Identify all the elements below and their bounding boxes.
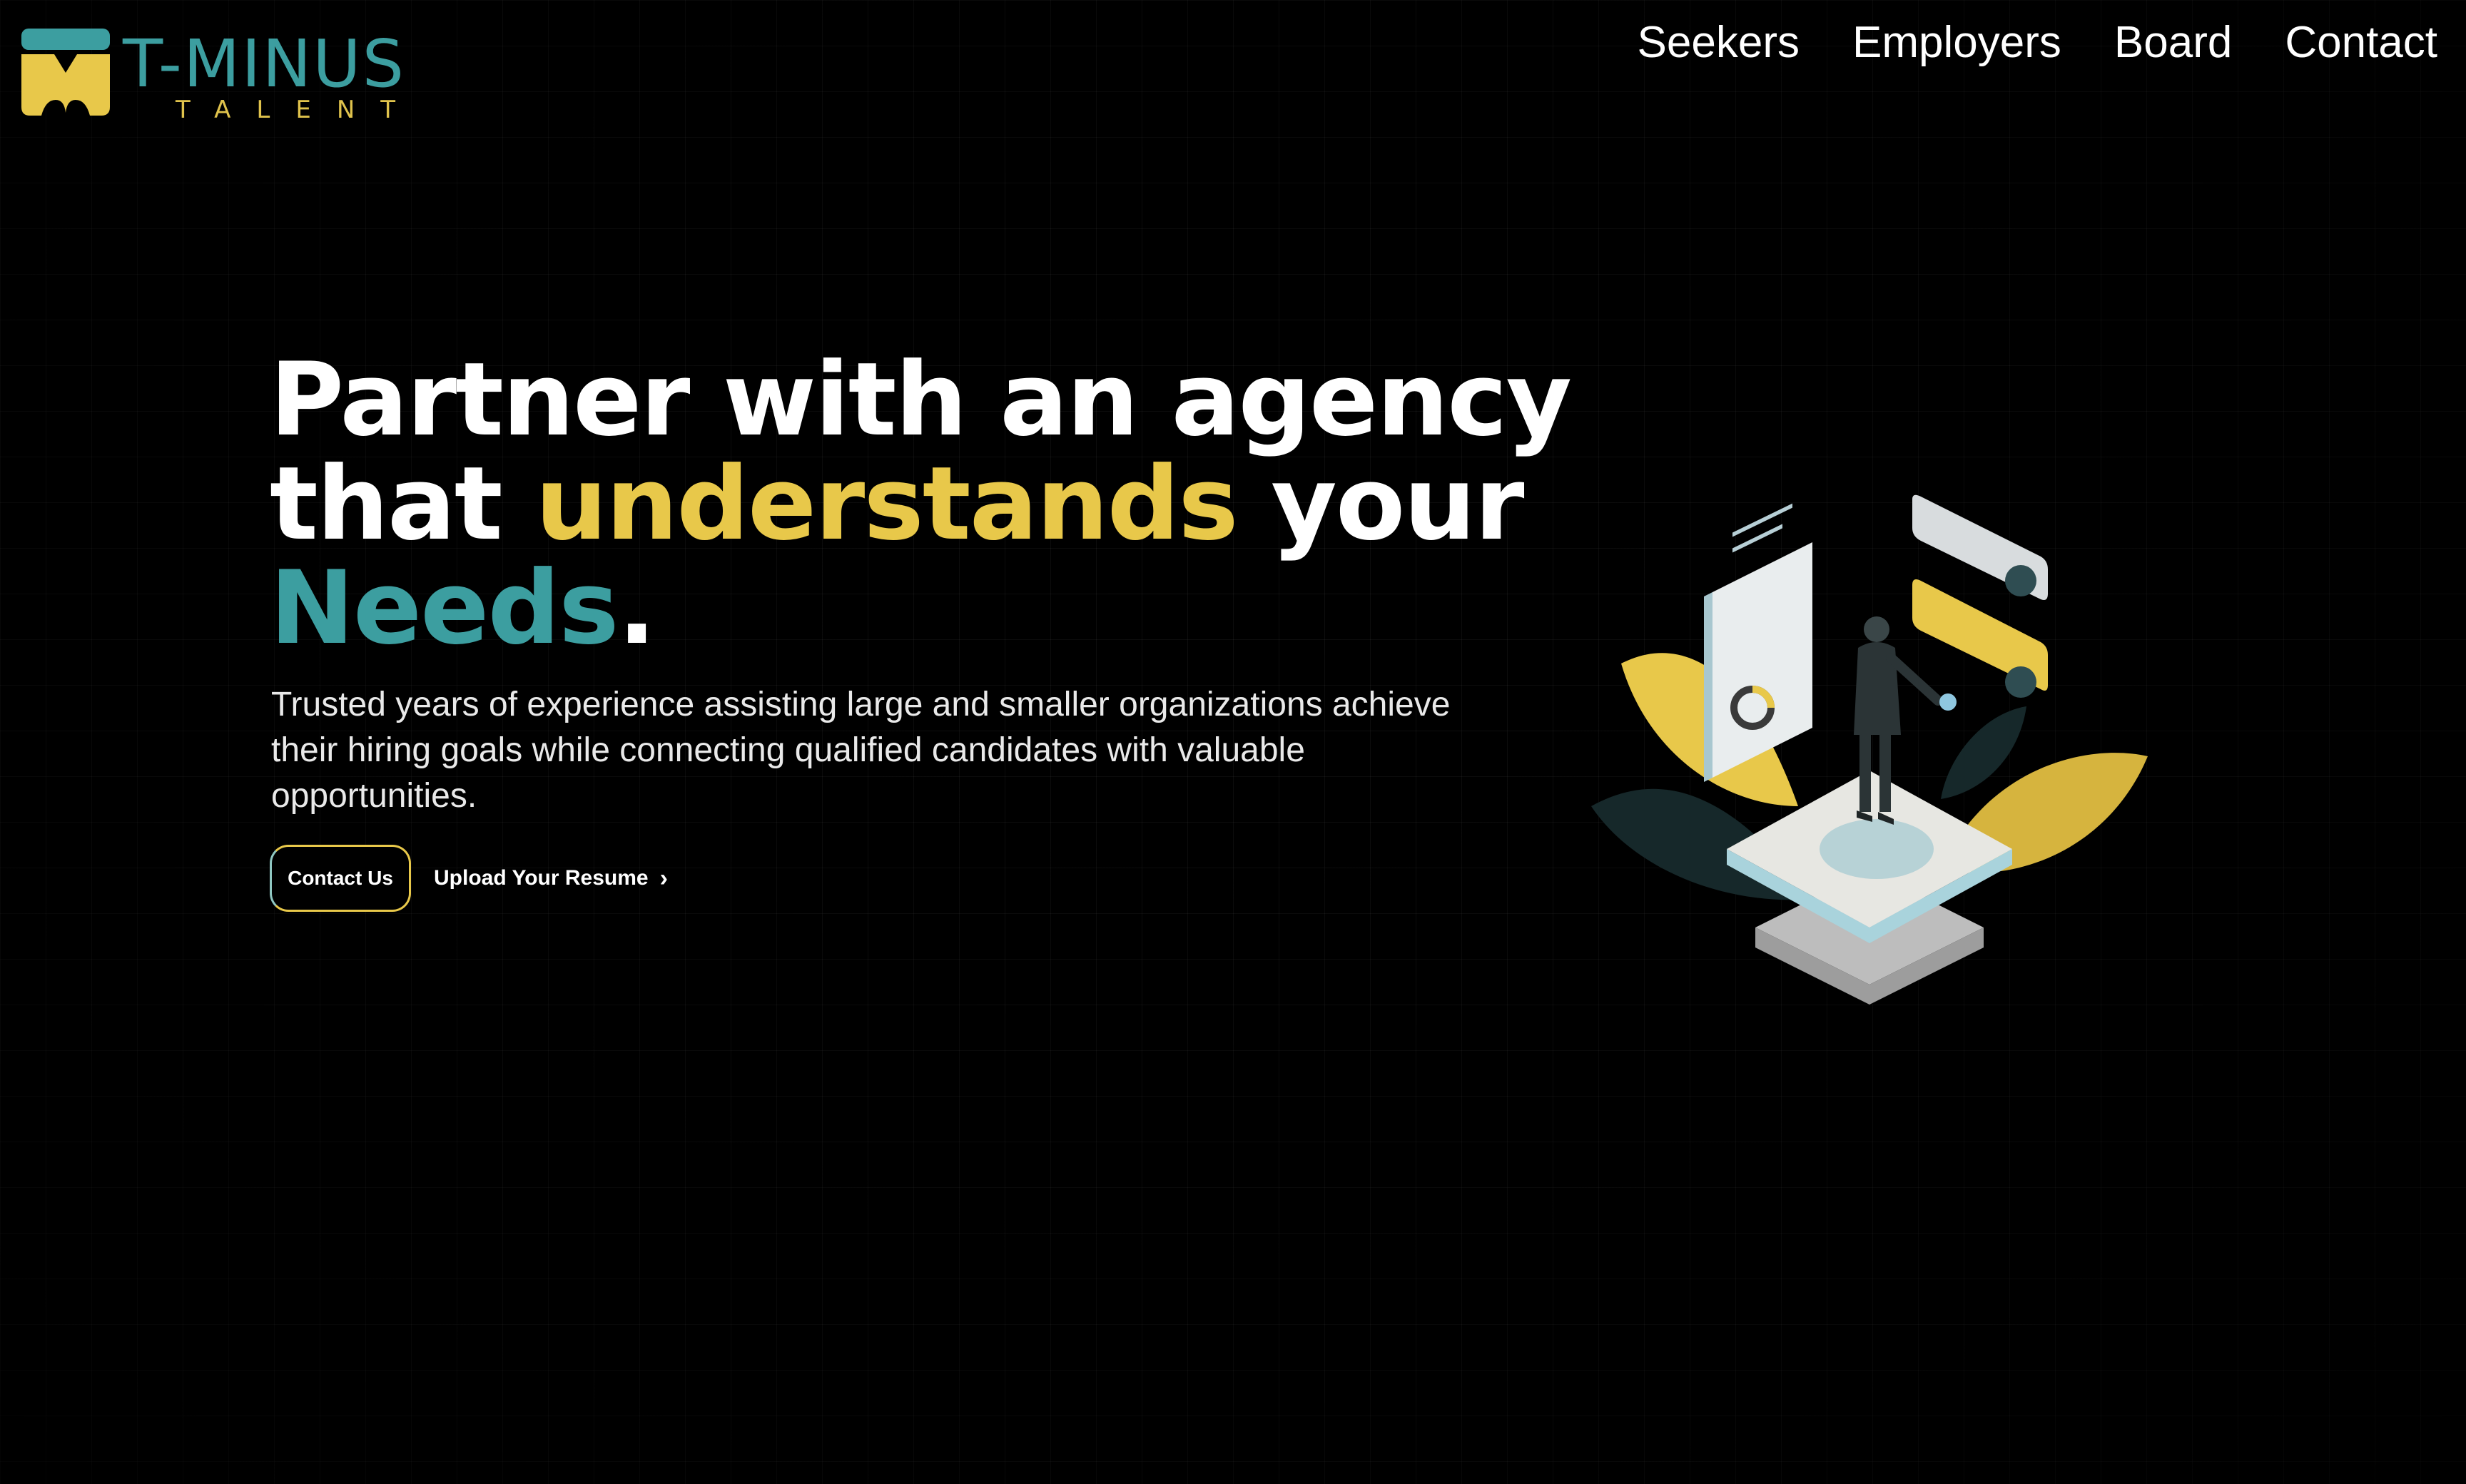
headline-line-2-end: your <box>1237 445 1524 563</box>
logo-tagline: TALENT <box>176 96 422 124</box>
upload-resume-label: Upload Your Resume <box>434 866 649 890</box>
nav-item-seekers[interactable]: Seekers <box>1638 16 1800 70</box>
chevron-right-icon: › <box>659 865 668 892</box>
contact-us-button[interactable]: Contact Us <box>270 845 411 912</box>
nav-item-contact[interactable]: Contact <box>2285 16 2437 70</box>
main-nav: Seekers Employers Board Contact <box>1638 16 2437 70</box>
logo-wordmark: T-MINUS <box>123 26 406 102</box>
headline-line-3: Needs. <box>270 556 1554 661</box>
nav-item-employers[interactable]: Employers <box>1852 16 2061 70</box>
hero-description: Trusted years of experience assisting la… <box>271 686 1451 815</box>
headline-highlight-understands: understands <box>535 445 1239 563</box>
headline-line-2-start: that <box>270 445 536 563</box>
headline-highlight-needs: Needs <box>270 549 619 667</box>
hero-cta-row: Contact Us Upload Your Resume › <box>270 845 1554 912</box>
upload-resume-link[interactable]: Upload Your Resume › <box>434 866 668 890</box>
nav-item-board[interactable]: Board <box>2114 16 2232 70</box>
recruiter-illustration <box>1591 494 2148 1005</box>
headline-line-2: that understands your <box>270 452 1554 556</box>
headline-line-1: Partner with an agency <box>270 341 1572 459</box>
hero-section: Partner with an agency that understands … <box>270 341 1572 912</box>
logo-mark-icon <box>21 29 110 116</box>
brand-logo[interactable]: T-MINUS TALENT <box>21 26 450 124</box>
headline-line-3-end: . <box>617 549 656 667</box>
hero-headline: Partner with an agency that understands … <box>270 341 1572 661</box>
